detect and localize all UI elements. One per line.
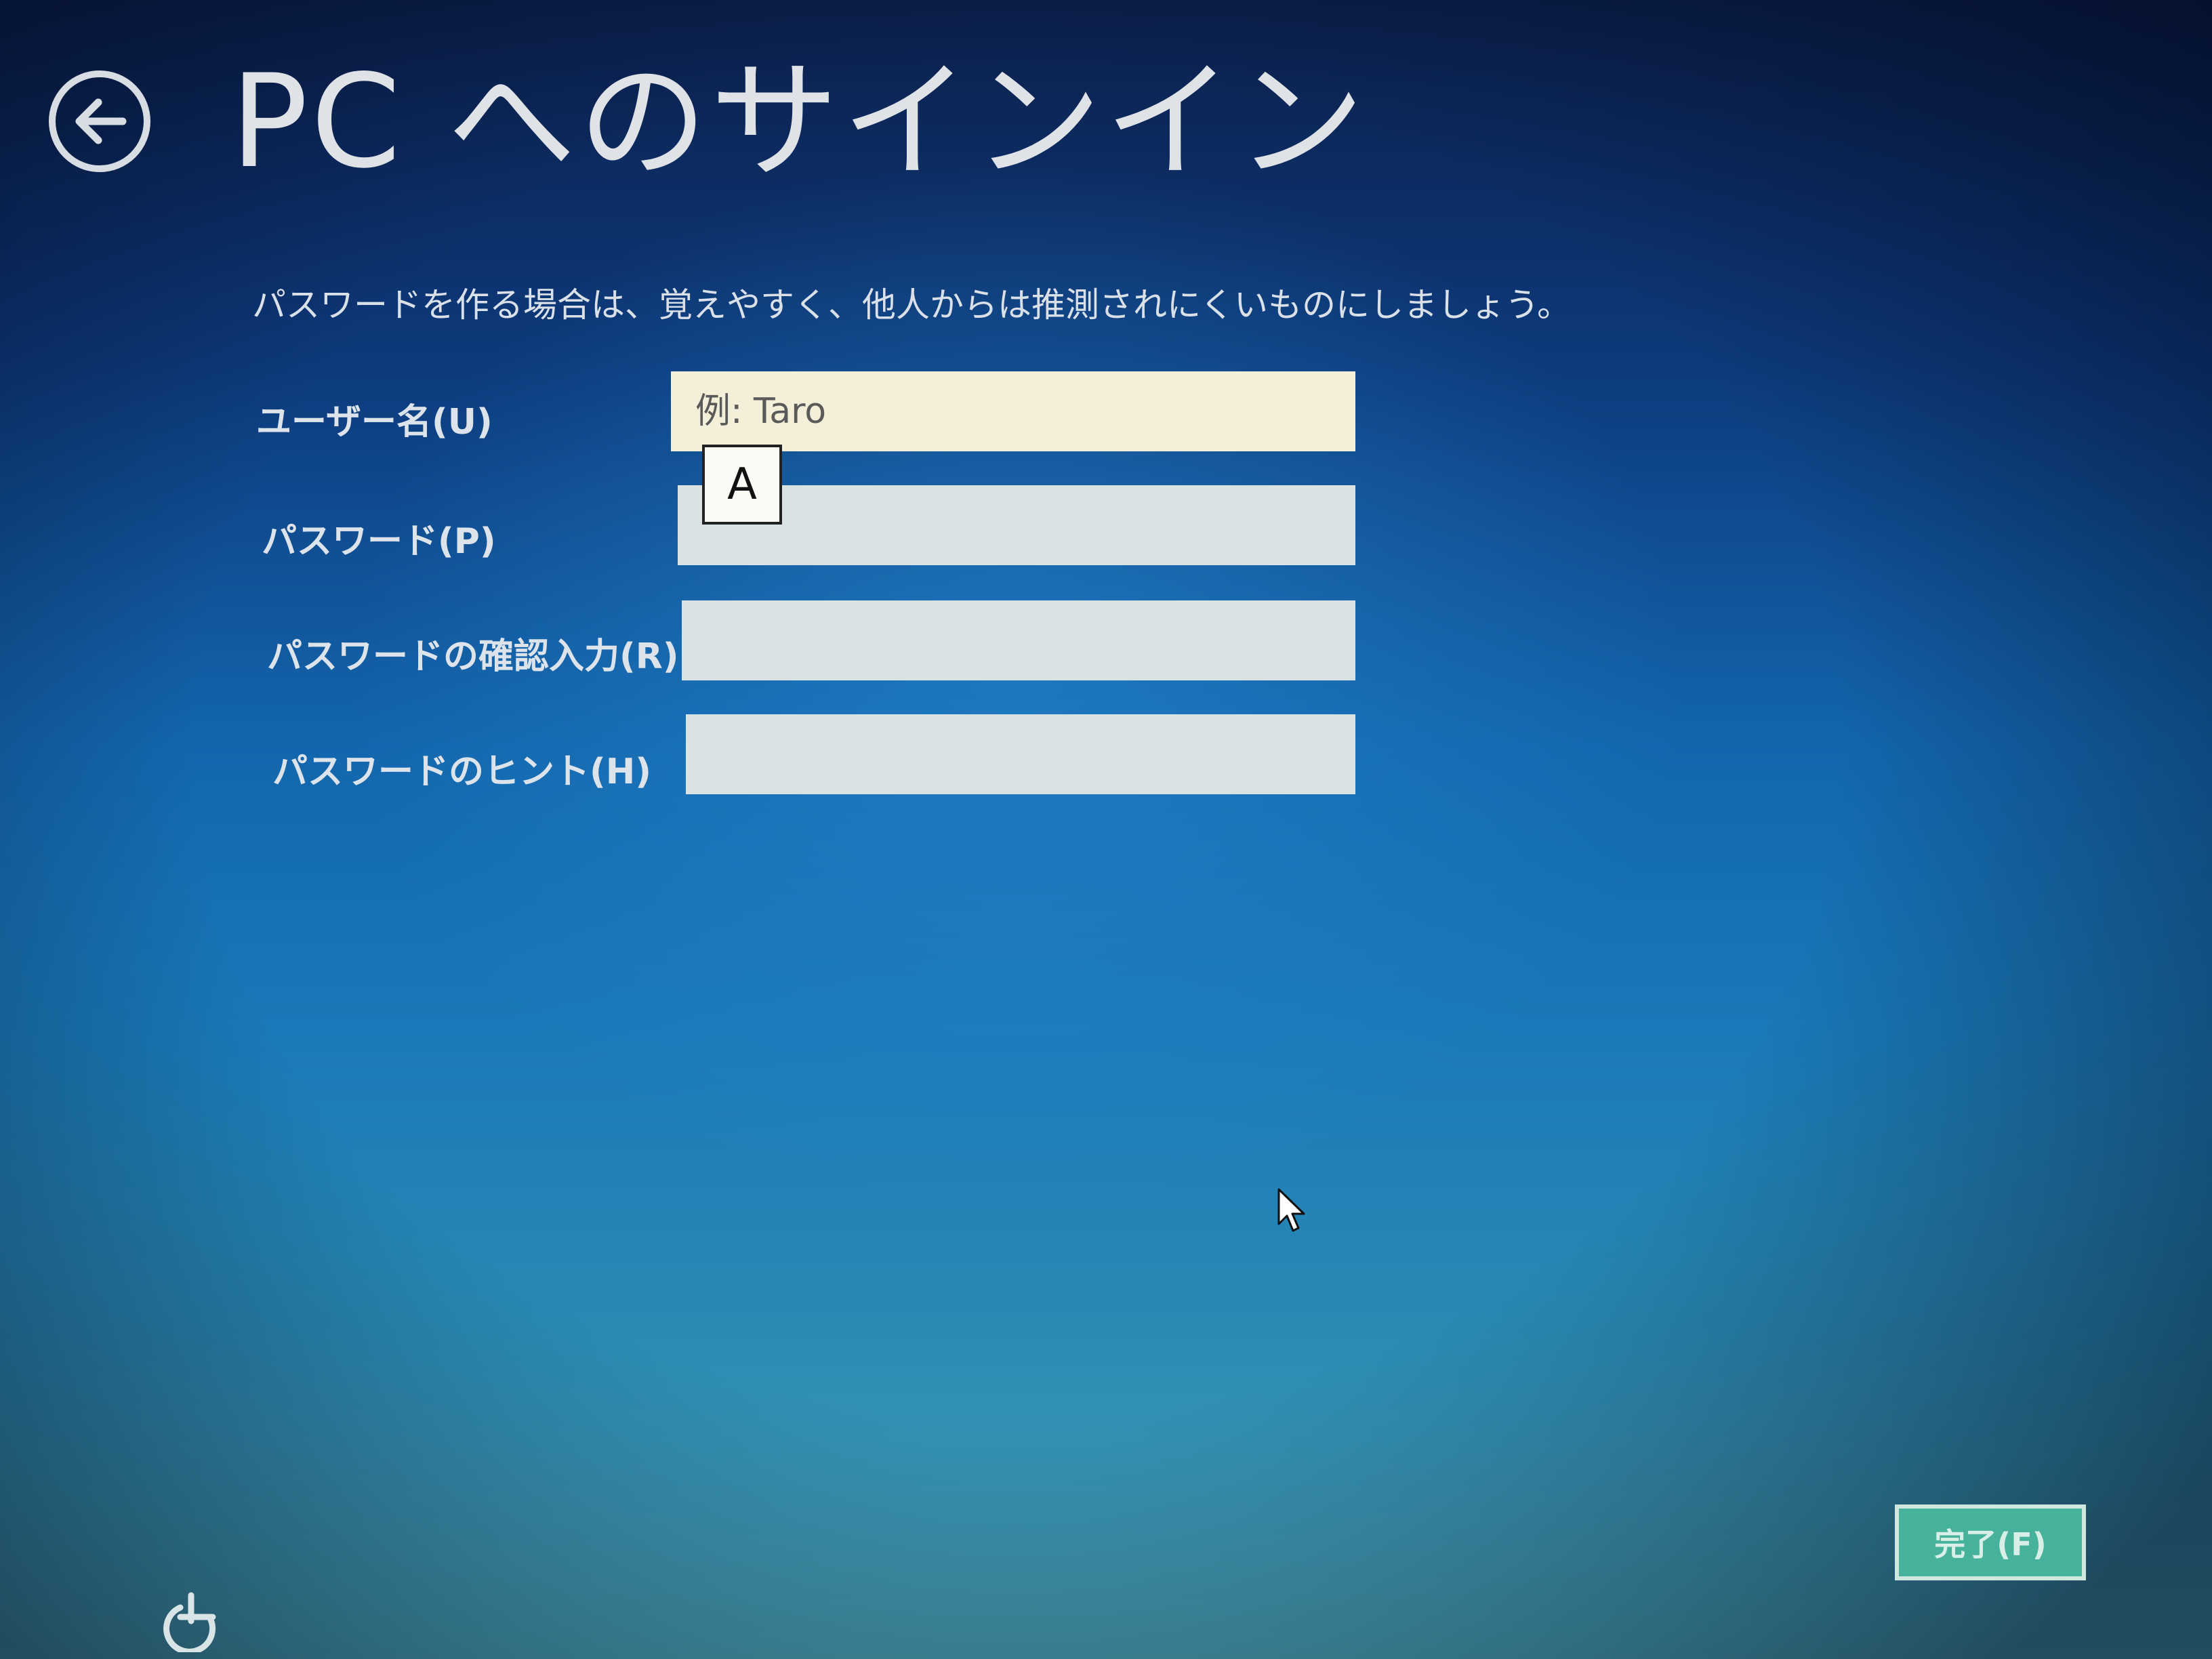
instructions-text: パスワードを作る場合は、覚えやすく、他人からは推測されにくいものにしましょう。 — [252, 285, 1571, 325]
password-hint-label: パスワードのヒント(H) — [272, 752, 652, 792]
back-arrow-icon — [75, 98, 127, 144]
back-button[interactable] — [49, 70, 150, 172]
ease-of-access-icon[interactable] — [160, 1591, 225, 1652]
mouse-pointer-icon — [1277, 1188, 1305, 1232]
password-hint-input[interactable] — [686, 714, 1355, 794]
ime-mode-indicator: A — [702, 445, 782, 525]
password-confirm-label: パスワードの確認入力(R) — [267, 636, 679, 677]
password-label: パスワード(P) — [262, 521, 496, 562]
username-input[interactable] — [671, 371, 1355, 451]
username-label: ユーザー名(U) — [256, 402, 493, 443]
page-title: PC へのサインイン — [230, 47, 1368, 197]
finish-button[interactable]: 完了(F) — [1895, 1504, 2086, 1580]
background-vignette — [0, 0, 2212, 1659]
password-confirm-input[interactable] — [682, 600, 1355, 680]
